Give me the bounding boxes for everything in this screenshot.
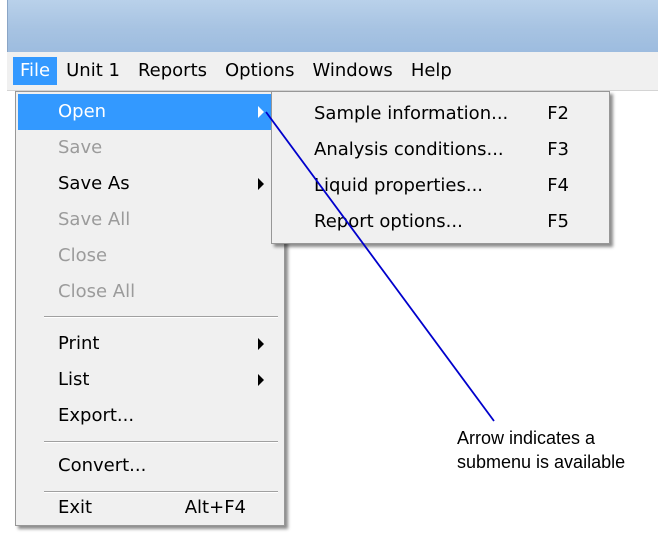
- callout-text-line-1: Arrow indicates a: [457, 428, 596, 448]
- callout-line: [265, 111, 495, 422]
- callout-text-line-2: submenu is available: [457, 452, 626, 472]
- callout-annotation: Arrow indicates a submenu is available: [457, 426, 625, 474]
